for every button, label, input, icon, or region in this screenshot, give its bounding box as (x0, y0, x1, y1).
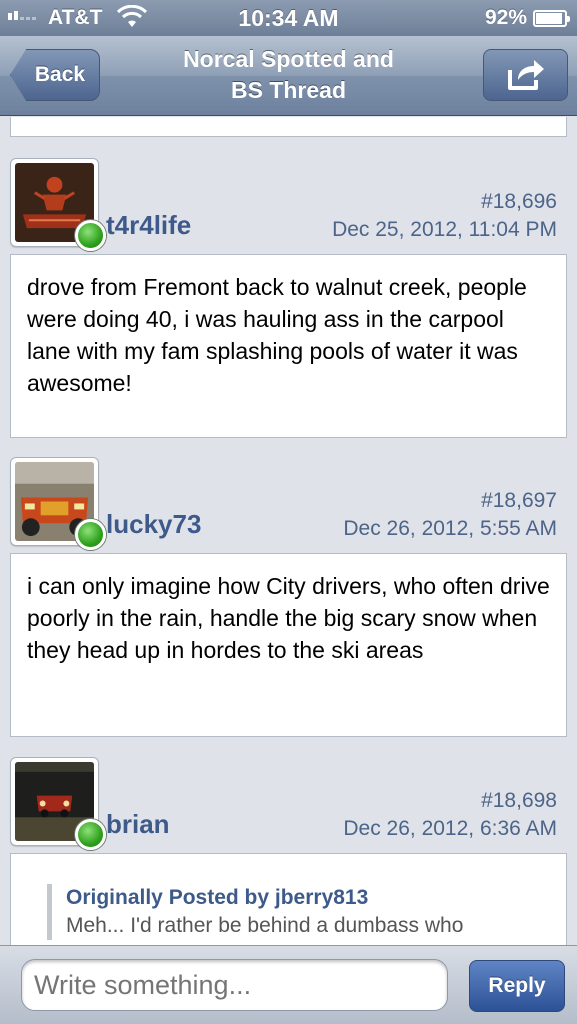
previous-post-box (10, 117, 567, 137)
post-message: i can only imagine how City drivers, who… (10, 553, 567, 737)
page-title: Norcal Spotted and BS Thread (130, 44, 447, 106)
quote-block: Originally Posted by jberry813 Meh... I'… (47, 884, 550, 940)
post-number[interactable]: #18,698 (481, 789, 557, 813)
reply-bar: Reply (0, 945, 577, 1024)
reply-button[interactable]: Reply (469, 960, 565, 1012)
online-status-icon (75, 519, 106, 550)
post-date: Dec 26, 2012, 6:36 AM (343, 817, 557, 840)
post-message: drove from Fremont back to walnut creek,… (10, 254, 567, 438)
post-message-text: drove from Fremont back to walnut creek,… (27, 274, 527, 396)
share-button[interactable] (483, 49, 568, 101)
quote-header: Originally Posted by jberry813 (66, 886, 369, 909)
post-username[interactable]: t4r4life (106, 210, 191, 241)
post-date: Dec 26, 2012, 5:55 AM (343, 517, 557, 540)
post-username[interactable]: brian (106, 809, 170, 840)
reply-input[interactable] (21, 959, 448, 1011)
post-username[interactable]: lucky73 (106, 509, 201, 540)
status-bar: AT&T 10:34 AM 92% (0, 0, 577, 36)
post-date: Dec 25, 2012, 11:04 PM (332, 218, 557, 241)
thread-content[interactable]: t4r4life #18,696 Dec 25, 2012, 11:04 PM … (0, 117, 577, 945)
reply-button-label: Reply (488, 974, 546, 997)
share-icon (507, 60, 544, 90)
quote-text: Meh... I'd rather be behind a dumbass wh… (66, 914, 464, 937)
navigation-bar: Back Norcal Spotted and BS Thread (0, 36, 577, 116)
post-message: Originally Posted by jberry813 Meh... I'… (10, 853, 567, 945)
online-status-icon (75, 220, 106, 251)
post-number[interactable]: #18,696 (481, 190, 557, 214)
battery-percent: 92% (484, 6, 527, 29)
back-button[interactable]: Back (10, 49, 100, 101)
title-line-1: Norcal Spotted and (183, 46, 394, 72)
back-button-label: Back (34, 63, 86, 86)
online-status-icon (75, 819, 106, 850)
title-line-2: BS Thread (230, 77, 347, 103)
post-message-text: i can only imagine how City drivers, who… (27, 573, 550, 663)
battery-icon (533, 10, 570, 27)
post-number[interactable]: #18,697 (481, 489, 557, 513)
